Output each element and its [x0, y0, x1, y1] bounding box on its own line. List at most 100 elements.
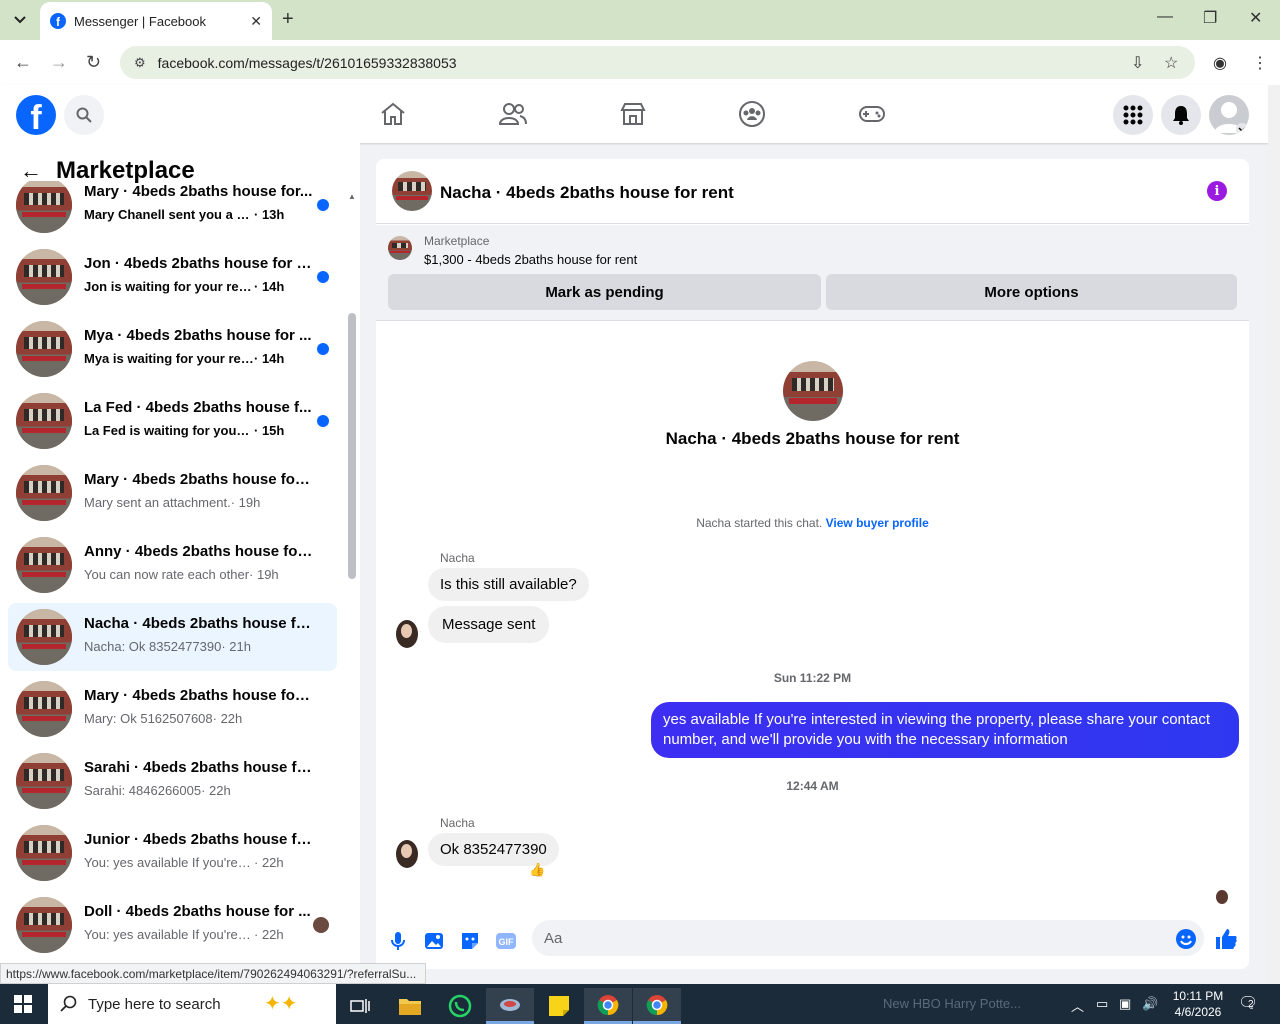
profile-icon[interactable]: ◉: [1213, 53, 1227, 73]
preview-text: You can now rate each other: [84, 567, 250, 582]
back-button[interactable]: ←: [14, 52, 32, 73]
conversation-title: Junior · 4beds 2baths house for ...: [84, 831, 314, 848]
conversation-item[interactable]: Mary · 4beds 2baths house for... Mary Cha…: [8, 181, 337, 239]
unread-dot: [317, 199, 329, 211]
incoming-message[interactable]: Is this still available?: [428, 568, 589, 601]
notifications-button[interactable]: [1161, 95, 1201, 135]
sticky-note-icon: [549, 996, 569, 1016]
whatsapp-icon: [448, 994, 472, 1018]
conversation-item[interactable]: Anny · 4beds 2baths house for r... You ca…: [8, 531, 337, 599]
search-button[interactable]: [64, 95, 104, 135]
profile-silhouette-icon: [1214, 102, 1248, 135]
preview-time: · 19h: [230, 495, 261, 510]
message-input[interactable]: Aa: [532, 920, 1204, 956]
notification-center-icon[interactable]: 🗨 2: [1238, 993, 1258, 1013]
gamepad-icon: [859, 106, 885, 122]
incoming-message[interactable]: Message sent: [428, 606, 550, 643]
task-view-button[interactable]: [336, 988, 384, 1024]
friends-nav[interactable]: [498, 99, 528, 129]
conversation-preview: Jon is waiting for your response.· 14h: [84, 279, 284, 294]
volume-icon[interactable]: 🔊: [1142, 996, 1158, 1012]
preview-text: La Fed is waiting for your resp...: [84, 423, 254, 438]
taskbar-clock[interactable]: 10:11 PM 4/6/2026: [1168, 988, 1228, 1020]
reload-button[interactable]: ↻: [86, 52, 101, 73]
forward-button[interactable]: →: [50, 52, 68, 73]
marketplace-nav[interactable]: [618, 99, 648, 129]
listing-thumbnail[interactable]: [388, 236, 412, 260]
scroll-up-arrow-icon[interactable]: ▲: [348, 192, 356, 201]
photo-icon: [425, 933, 443, 949]
preview-time: · 15h: [254, 423, 285, 438]
conversation-item[interactable]: La Fed · 4beds 2baths house f... La Fed i…: [8, 387, 337, 455]
conversation-item[interactable]: Mary · 4beds 2baths house for r... Mary: …: [8, 675, 337, 743]
chrome-profile-a-app[interactable]: [584, 988, 632, 1024]
view-buyer-profile-link[interactable]: View buyer profile: [826, 516, 929, 530]
outgoing-message[interactable]: yes available If you're interested in vi…: [651, 702, 1239, 758]
whatsapp-app[interactable]: [436, 988, 484, 1024]
browser-tab[interactable]: f Messenger | Facebook ✕: [40, 2, 272, 40]
gif-button[interactable]: GIF: [494, 929, 518, 953]
restore-button[interactable]: ❐: [1203, 8, 1217, 28]
conversation-item[interactable]: Mary · 4beds 2baths house for r... Mary s…: [8, 459, 337, 527]
new-tab-button[interactable]: +: [282, 8, 294, 31]
conversation-item[interactable]: Sarahi · 4beds 2baths house for ... Sarah…: [8, 747, 337, 815]
contact-avatar-large[interactable]: [783, 361, 843, 421]
menu-button[interactable]: [1113, 95, 1153, 135]
tab-search-button[interactable]: [6, 6, 34, 34]
sender-avatar[interactable]: [396, 620, 418, 648]
send-like-button[interactable]: [1214, 927, 1238, 951]
preview-text: Mya is waiting for your respon...: [84, 351, 254, 366]
conversation-preview: La Fed is waiting for your resp...· 15h: [84, 423, 284, 438]
pinned-app[interactable]: [486, 988, 534, 1024]
chat-panel: Nacha · 4beds 2baths house for rent i Ma…: [376, 159, 1249, 969]
install-app-icon[interactable]: ⇩: [1131, 53, 1144, 73]
conversation-item[interactable]: Jon · 4beds 2baths house for r... Jon is …: [8, 243, 337, 311]
close-tab-icon[interactable]: ✕: [250, 13, 262, 30]
groups-nav[interactable]: [737, 99, 767, 129]
gaming-nav[interactable]: [857, 99, 887, 129]
conversation-item[interactable]: Junior · 4beds 2baths house for ... You: …: [8, 819, 337, 887]
thumbs-up-reaction-icon[interactable]: 👍: [529, 862, 545, 878]
facebook-logo-icon[interactable]: f: [16, 95, 56, 135]
attach-photo-button[interactable]: [422, 929, 446, 953]
chat-title[interactable]: Nacha · 4beds 2baths house for rent: [440, 183, 734, 203]
browser-menu-icon[interactable]: ⋮: [1252, 53, 1268, 73]
conversation-item[interactable]: Doll · 4beds 2baths house for ... You: ye…: [8, 891, 337, 959]
chrome-active-app[interactable]: [633, 988, 681, 1024]
conversation-thumbnail: [16, 393, 72, 449]
microphone-icon: [391, 932, 405, 950]
site-info-icon[interactable]: ⚙: [134, 55, 146, 71]
scrollbar-thumb[interactable]: [348, 313, 356, 579]
taskbar-notification-text[interactable]: New HBO Harry Potte...: [883, 996, 1021, 1011]
listing-price[interactable]: $1,300 - 4beds 2baths house for rent: [424, 252, 637, 267]
account-avatar[interactable]: [1209, 95, 1249, 135]
sender-avatar[interactable]: [396, 840, 418, 868]
home-nav[interactable]: [378, 99, 408, 129]
info-icon[interactable]: i: [1207, 181, 1227, 201]
conversation-item[interactable]: Mya · 4beds 2baths house for ... Mya is w…: [8, 315, 337, 383]
windows-start-icon[interactable]: [14, 995, 32, 1013]
sidebar-scrollbar[interactable]: ▲: [346, 188, 358, 963]
sticker-button[interactable]: [458, 929, 482, 953]
network-icon[interactable]: ▣: [1119, 996, 1131, 1012]
sticky-notes-app[interactable]: [535, 988, 583, 1024]
bookmark-star-icon[interactable]: ☆: [1164, 53, 1178, 73]
conversation-item[interactable]: Nacha · 4beds 2baths house for ... Nacha:…: [8, 603, 337, 671]
close-window-button[interactable]: ✕: [1249, 8, 1262, 28]
file-explorer-app[interactable]: [386, 988, 434, 1024]
marketplace-icon: [620, 103, 646, 125]
address-bar[interactable]: ⚙ facebook.com/messages/t/26101659332838…: [120, 46, 1195, 79]
preview-time: · 22h: [254, 927, 284, 942]
show-hidden-icons-icon[interactable]: ︿: [1071, 996, 1084, 1015]
taskbar-search[interactable]: Type here to search ✦✦: [48, 984, 336, 1024]
page-scrollbar[interactable]: [1268, 85, 1280, 984]
chat-avatar[interactable]: [392, 171, 432, 211]
device-icon[interactable]: ▭: [1096, 996, 1108, 1012]
mark-as-pending-button[interactable]: Mark as pending: [388, 274, 821, 310]
more-options-button[interactable]: More options: [826, 274, 1237, 310]
chrome-icon: [646, 994, 668, 1015]
voice-clip-button[interactable]: [386, 929, 410, 953]
minimize-button[interactable]: —: [1157, 8, 1173, 26]
unread-dot: [317, 271, 329, 283]
emoji-button[interactable]: [1176, 929, 1196, 949]
